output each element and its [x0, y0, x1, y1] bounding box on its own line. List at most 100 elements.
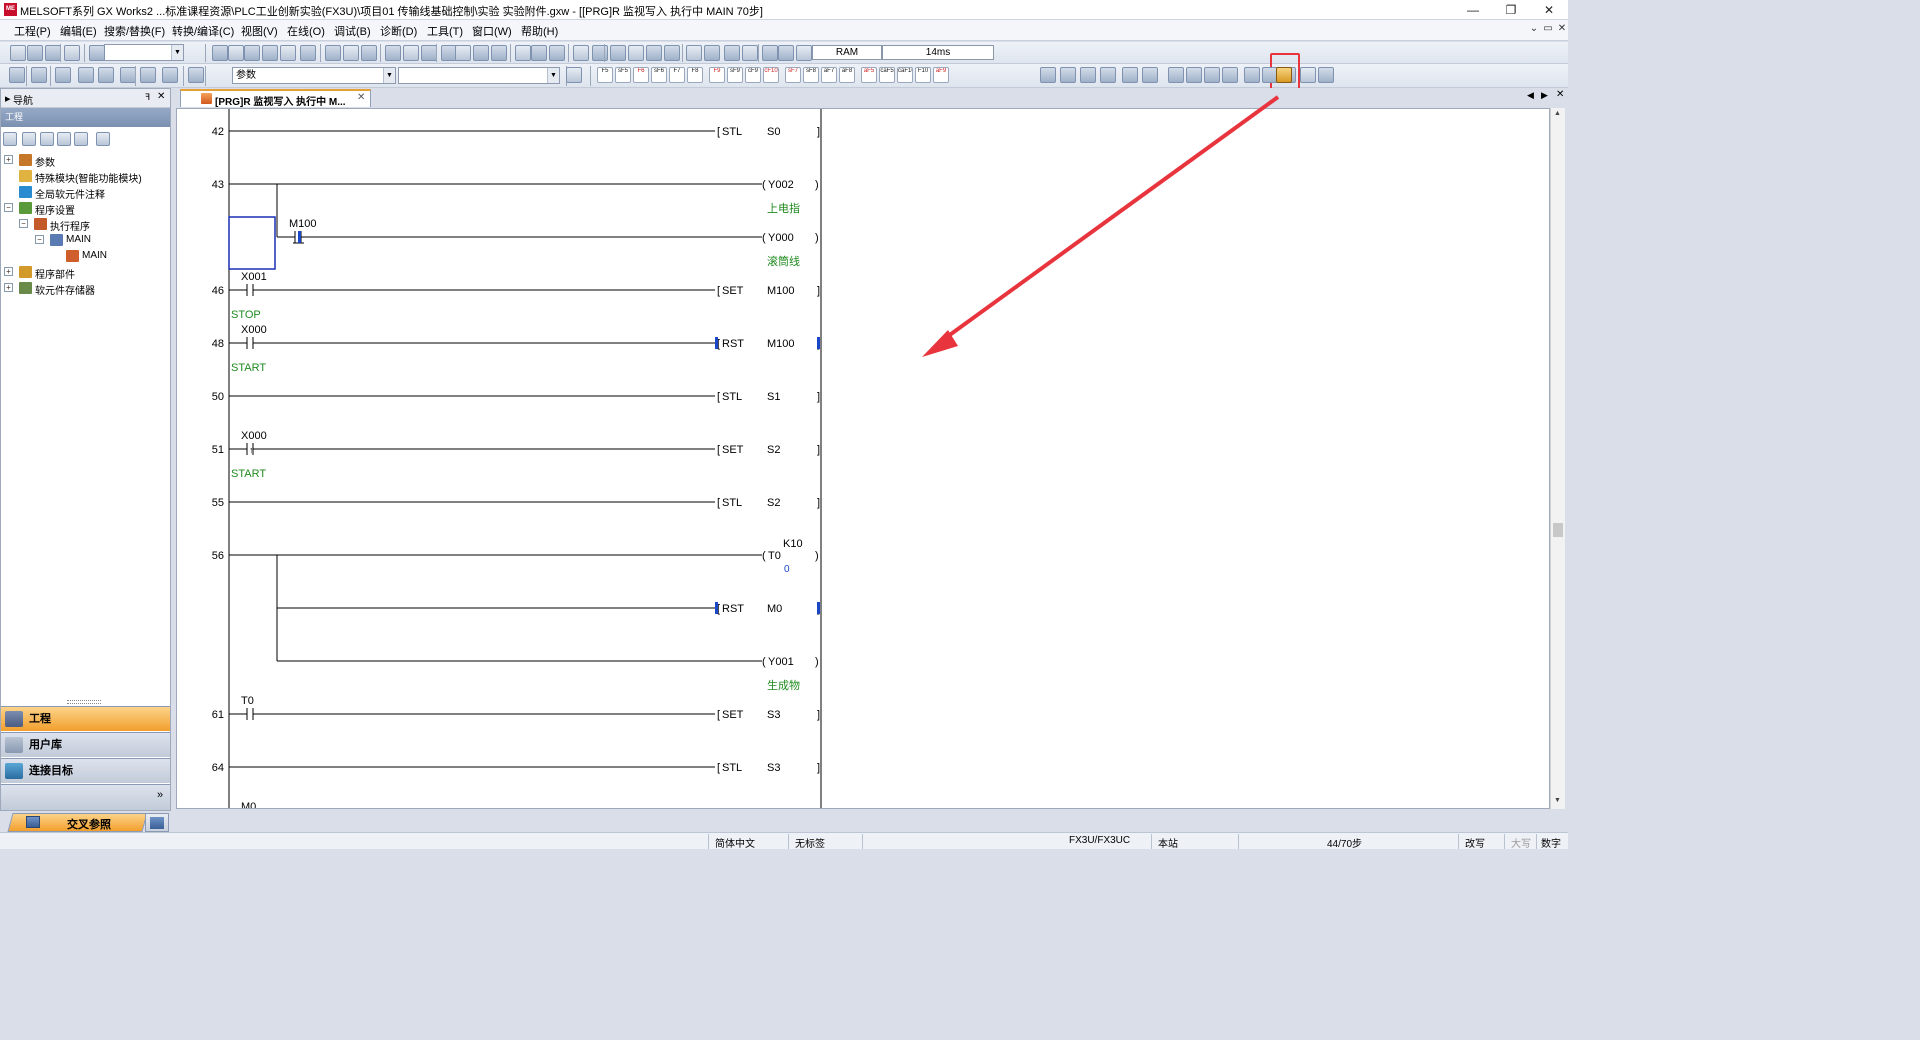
toolbar1-button-24[interactable] — [549, 45, 565, 61]
toolbar2-tool-8[interactable] — [1186, 67, 1202, 83]
tree-item[interactable]: 软元件存储器 — [35, 282, 95, 297]
toolbar2-tool-6[interactable] — [1142, 67, 1158, 83]
fkey-button-af7[interactable]: aF7 — [821, 67, 837, 83]
navigation-tool-button-4[interactable] — [57, 132, 71, 146]
fkey-button-af9[interactable]: aF9 — [933, 67, 949, 83]
scroll-down-icon[interactable]: ▼ — [1554, 797, 1561, 804]
toolbar1-button-29[interactable] — [646, 45, 662, 61]
menu-debug[interactable]: 调试(B) — [334, 23, 371, 39]
toolbar1-button-19[interactable] — [455, 45, 471, 61]
toolbar1-button-13[interactable] — [343, 45, 359, 61]
toolbar1-button-7[interactable] — [228, 45, 244, 61]
toolbar2-button-3[interactable] — [55, 67, 71, 83]
toolbar1-button-22[interactable] — [515, 45, 531, 61]
toolbar2-button-8[interactable] — [162, 67, 178, 83]
restore-button[interactable]: ❐ — [1496, 1, 1526, 19]
toolbar1-button-15[interactable] — [385, 45, 401, 61]
toolbar1-button-35[interactable] — [762, 45, 778, 61]
toolbar1-button-1[interactable] — [10, 45, 26, 61]
toolbar1-button-8[interactable] — [244, 45, 260, 61]
view-option-button[interactable] — [566, 67, 582, 83]
tree-item[interactable]: MAIN — [66, 234, 91, 245]
tree-item[interactable]: MAIN — [82, 250, 107, 261]
toolbar2-tool-11[interactable] — [1244, 67, 1260, 83]
toolbar2-button-2[interactable] — [31, 67, 47, 83]
tab-row-close-icon[interactable]: ✕ — [1556, 89, 1564, 100]
fkey-button-f6[interactable]: F6 — [633, 67, 649, 83]
menu-online[interactable]: 在线(O) — [287, 23, 325, 39]
vertical-scrollbar[interactable]: ▲ ▼ — [1550, 108, 1565, 809]
tree-expander[interactable]: + — [4, 283, 13, 292]
nav-button-project[interactable]: 工程 — [1, 706, 170, 731]
tree-item[interactable]: 特殊模块(智能功能模块) — [35, 170, 142, 185]
toolbar2-tool-1[interactable] — [1040, 67, 1056, 83]
toolbar1-button-9[interactable] — [262, 45, 278, 61]
toolbar2-button-9[interactable] — [188, 67, 204, 83]
fkey-button-f8[interactable]: F8 — [687, 67, 703, 83]
tab-scroll-right-icon[interactable]: ▶ — [1541, 90, 1548, 101]
close-button[interactable]: ✕ — [1534, 1, 1564, 19]
fkey-button-f10[interactable]: F10 — [915, 67, 931, 83]
toolbar1-button-20[interactable] — [473, 45, 489, 61]
navigation-tool-button-3[interactable] — [40, 132, 54, 146]
menu-diagnostics[interactable]: 诊断(D) — [380, 23, 417, 39]
toolbar1-button-27[interactable] — [610, 45, 626, 61]
tree-expander[interactable]: + — [4, 267, 13, 276]
scroll-up-icon[interactable]: ▲ — [1554, 110, 1561, 117]
fkey-button-cf10[interactable]: cF10 — [763, 67, 779, 83]
navigation-tool-button-6[interactable] — [96, 132, 110, 146]
tree-item[interactable]: 执行程序 — [50, 218, 90, 233]
tab-scroll-left-icon[interactable]: ◀ — [1527, 90, 1534, 101]
monitor-write-button[interactable] — [1276, 67, 1292, 83]
toolbar1-button-2[interactable] — [27, 45, 43, 61]
tree-expander[interactable]: − — [19, 219, 28, 228]
navigation-close-icon[interactable]: ✕ — [157, 91, 165, 102]
toolbar2-tool-7[interactable] — [1168, 67, 1184, 83]
toolbar1-button-32[interactable] — [704, 45, 720, 61]
toolbar2-tool-10[interactable] — [1222, 67, 1238, 83]
toolbar1-button-25[interactable] — [573, 45, 589, 61]
fkey-button-sf8[interactable]: sF8 — [803, 67, 819, 83]
toolbar1-button-5[interactable] — [89, 45, 105, 61]
navigation-expand-icon[interactable]: ▸ — [5, 92, 11, 105]
toolbar1-button-37[interactable] — [796, 45, 812, 61]
navigation-tool-button-1[interactable] — [3, 132, 17, 146]
fkey-button-f9[interactable]: F9 — [709, 67, 725, 83]
menu-help[interactable]: 帮助(H) — [521, 23, 558, 39]
fkey-button-sf7[interactable]: sF7 — [785, 67, 801, 83]
menu-window[interactable]: 窗口(W) — [472, 23, 512, 39]
toolbar1-button-4[interactable] — [64, 45, 80, 61]
fkey-button-sf6[interactable]: sF6 — [651, 67, 667, 83]
more-buttons-icon[interactable]: » — [157, 789, 163, 801]
toolbar2-button-5[interactable] — [98, 67, 114, 83]
fkey-button-cf9[interactable]: cF9 — [745, 67, 761, 83]
toolbar1-button-33[interactable] — [724, 45, 740, 61]
menu-edit[interactable]: 编辑(E) — [60, 23, 97, 39]
app-icon[interactable]: ME — [4, 3, 17, 16]
toolbar2-button-4[interactable] — [78, 67, 94, 83]
menu-view[interactable]: 视图(V) — [241, 23, 278, 39]
mdi-minimize-button[interactable]: ⌄ — [1527, 23, 1541, 34]
splitter-grip[interactable] — [67, 700, 101, 704]
toolbar-combo-empty[interactable]: ▼ — [104, 44, 184, 61]
tab-close-icon[interactable]: ✕ — [357, 92, 365, 103]
scroll-thumb[interactable] — [1553, 523, 1563, 537]
ladder-diagram[interactable]: 42[STL S0]43(Y002)上电指M100(Y000)滚筒线46X001[… — [177, 109, 1550, 809]
toolbar1-button-34[interactable] — [742, 45, 758, 61]
toolbar1-button-16[interactable] — [403, 45, 419, 61]
toolbar1-button-23[interactable] — [531, 45, 547, 61]
navigation-tool-button-2[interactable] — [22, 132, 36, 146]
fkey-button-af5[interactable]: aF5 — [861, 67, 877, 83]
device-search-combo[interactable]: 参数 ▼ — [232, 67, 396, 84]
menu-project[interactable]: 工程(P) — [14, 23, 51, 39]
tree-item[interactable]: 程序部件 — [35, 266, 75, 281]
toolbar1-button-14[interactable] — [361, 45, 377, 61]
toolbar1-button-10[interactable] — [280, 45, 296, 61]
toolbar1-button-30[interactable] — [664, 45, 680, 61]
fkey-button-af8[interactable]: aF8 — [839, 67, 855, 83]
toolbar2-tool-4[interactable] — [1100, 67, 1116, 83]
tab-ladder-main[interactable]: [PRG]R 监视写入 执行中 M... ✕ — [180, 89, 371, 108]
nav-button-connection[interactable]: 连接目标 — [1, 758, 170, 783]
fkey-button-sf5[interactable]: sF5 — [615, 67, 631, 83]
toolbar1-button-12[interactable] — [325, 45, 341, 61]
